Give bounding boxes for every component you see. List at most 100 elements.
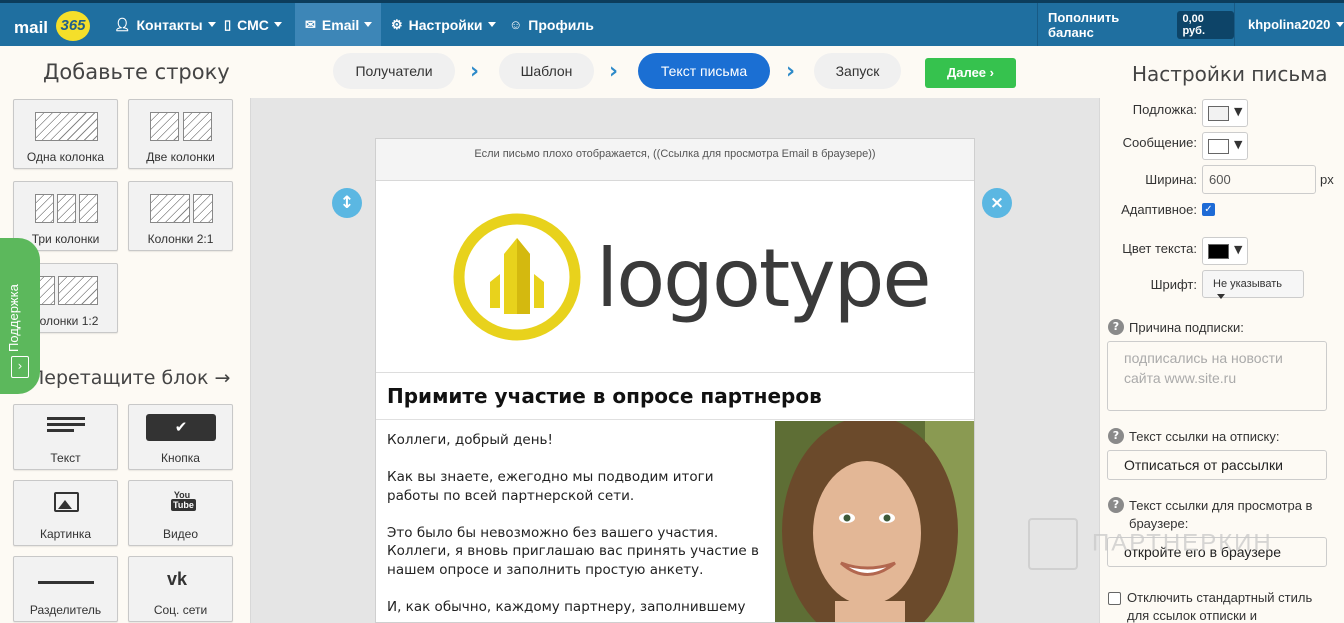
two-columns-icon-part xyxy=(183,112,212,141)
font-dropdown-value: Не указывать xyxy=(1213,278,1282,290)
watermark-logo-icon xyxy=(1028,518,1078,570)
row-columns-2-1-label: Колонки 2:1 xyxy=(147,232,214,246)
portrait-photo[interactable] xyxy=(775,421,974,622)
preheader-text[interactable]: Если письмо плохо отображается, ((Ссылка… xyxy=(376,139,974,181)
unsubscribe-input[interactable]: Отписаться от рассылки xyxy=(1107,450,1327,480)
reason-label: Причина подписки: xyxy=(1129,320,1244,335)
background-label: Подложка: xyxy=(1132,102,1197,117)
help-icon[interactable]: ? xyxy=(1108,319,1124,335)
font-label: Шрифт: xyxy=(1150,277,1197,292)
columns-2-1-icon xyxy=(150,194,190,223)
disable-style-checkbox[interactable] xyxy=(1108,592,1121,605)
three-columns-icon xyxy=(35,194,54,223)
username: khpolina2020 xyxy=(1248,17,1331,32)
chevron-down-icon xyxy=(1336,22,1344,27)
block-video[interactable]: You Tube Видео xyxy=(128,480,233,546)
row-columns-2-1[interactable]: Колонки 2:1 xyxy=(128,181,233,251)
columns-2-1-icon-part xyxy=(193,194,213,223)
browser-link-label-1: Текст ссылки для просмотра в xyxy=(1129,498,1313,513)
topup-balance-label: Пополнить баланс xyxy=(1048,9,1120,40)
background-color-picker[interactable]: ▼ xyxy=(1202,99,1248,127)
text-color-picker[interactable]: ▼ xyxy=(1202,237,1248,265)
nav-settings[interactable]: ⚙ Настройки xyxy=(381,3,506,46)
block-divider[interactable]: Разделитель xyxy=(13,556,118,622)
block-text[interactable]: Текст xyxy=(13,404,118,470)
brand-365: 365 xyxy=(56,11,90,41)
gear-icon: ⚙ xyxy=(391,16,403,32)
row-two-columns-label: Две колонки xyxy=(146,150,215,164)
block-social[interactable]: vk Соц. сети xyxy=(128,556,233,622)
youtube-icon: You Tube xyxy=(171,490,196,511)
nav-email[interactable]: ✉ Email xyxy=(295,3,381,46)
body-paragraph: Это было бы невозможно без вашего участи… xyxy=(387,524,759,578)
chevron-down-icon xyxy=(487,22,496,27)
balance-amount: 0,00 руб. xyxy=(1177,10,1234,39)
user-menu[interactable]: khpolina2020 xyxy=(1248,3,1344,46)
nav-sms[interactable]: ▯ СМС xyxy=(214,3,292,46)
unsubscribe-label: Текст ссылки на отписку: xyxy=(1129,429,1280,444)
chevron-right-icon: › xyxy=(989,65,994,80)
block-image-label: Картинка xyxy=(39,527,92,541)
block-divider-label: Разделитель xyxy=(29,603,102,617)
caret-down-icon: ▼ xyxy=(1234,105,1243,118)
body-paragraph: И, как обычно, каждому партнеру, заполни… xyxy=(387,598,746,615)
close-icon[interactable]: × xyxy=(982,188,1012,218)
block-button-label: Кнопка xyxy=(161,451,200,465)
help-icon[interactable]: ? xyxy=(1108,428,1124,444)
chevron-right-icon: › xyxy=(609,59,619,84)
support-tab[interactable]: Поддержка › xyxy=(0,238,40,394)
row-two-columns[interactable]: Две колонки xyxy=(128,99,233,169)
divider-icon xyxy=(38,581,94,584)
width-input[interactable]: 600 xyxy=(1202,165,1316,194)
button-check-icon: ✔ xyxy=(146,414,216,441)
support-label: Поддержка xyxy=(6,284,21,352)
email-body-text[interactable]: Коллеги, добрый день! Как вы знаете, еже… xyxy=(387,431,767,622)
message-label: Сообщение: xyxy=(1122,135,1197,150)
disable-style-label-2: для ссылок отписки и xyxy=(1127,608,1257,623)
chevron-right-icon: › xyxy=(470,59,480,84)
email-preview: Если письмо плохо отображается, ((Ссылка… xyxy=(375,138,975,623)
background-swatch xyxy=(1208,106,1229,121)
disable-style-label-1: Отключить стандартный стиль xyxy=(1127,590,1313,605)
next-button[interactable]: Далее › xyxy=(925,58,1016,88)
block-image[interactable]: Картинка xyxy=(13,480,118,546)
step-recipients[interactable]: Получатели xyxy=(333,53,455,89)
font-dropdown[interactable]: Не указывать xyxy=(1202,270,1304,299)
drag-block-title: Перетащите блок → xyxy=(30,367,231,389)
user-circle-icon: ☺ xyxy=(509,17,523,32)
topup-balance[interactable]: Пополнить баланс 0,00 руб. xyxy=(1037,3,1235,46)
adaptive-checkbox[interactable]: ✓ xyxy=(1202,203,1215,216)
next-button-label: Далее xyxy=(946,65,987,80)
help-icon[interactable]: ? xyxy=(1108,497,1124,513)
block-text-label: Текст xyxy=(50,451,81,465)
body-paragraph: Как вы знаете, ежегодно мы подводим итог… xyxy=(387,469,714,504)
resize-vertical-icon[interactable]: ↕ xyxy=(332,188,362,218)
portrait-image xyxy=(775,421,974,622)
body-paragraph: Коллеги, добрый день! xyxy=(387,432,553,448)
width-unit: px xyxy=(1320,172,1334,187)
logo-block[interactable]: logotype xyxy=(376,181,974,373)
adaptive-label: Адаптивное: xyxy=(1121,202,1197,217)
step-template[interactable]: Шаблон xyxy=(499,53,594,89)
message-color-picker[interactable]: ▼ xyxy=(1202,132,1248,160)
caret-down-icon: ▼ xyxy=(1234,243,1243,256)
nav-settings-label: Настройки xyxy=(408,16,483,33)
settings-title: Настройки письма xyxy=(1132,62,1328,86)
block-video-label: Видео xyxy=(162,527,199,541)
one-column-icon xyxy=(35,112,98,141)
nav-contacts[interactable]: 👤︎ Контакты xyxy=(104,3,226,46)
add-row-title: Добавьте строку xyxy=(43,60,230,84)
block-button[interactable]: ✔ Кнопка xyxy=(128,404,233,470)
row-one-column-label: Одна колонка xyxy=(26,150,105,164)
nav-profile[interactable]: ☺ Профиль xyxy=(499,3,604,46)
text-color-label: Цвет текста: xyxy=(1122,241,1197,256)
two-columns-icon xyxy=(150,112,179,141)
email-heading[interactable]: Примите участие в опросе партнеров xyxy=(376,374,974,420)
row-one-column[interactable]: Одна колонка xyxy=(13,99,118,169)
top-bar: mail 365 👤︎ Контакты ▯ СМС ✉ Email ⚙ Нас… xyxy=(0,0,1344,46)
columns-1-2-icon-part xyxy=(58,276,98,305)
reason-textarea[interactable]: подписались на новости сайта www.site.ru xyxy=(1107,341,1327,411)
step-email-text[interactable]: Текст письма xyxy=(638,53,770,89)
envelope-icon: ✉ xyxy=(305,16,316,32)
step-launch[interactable]: Запуск xyxy=(814,53,901,89)
